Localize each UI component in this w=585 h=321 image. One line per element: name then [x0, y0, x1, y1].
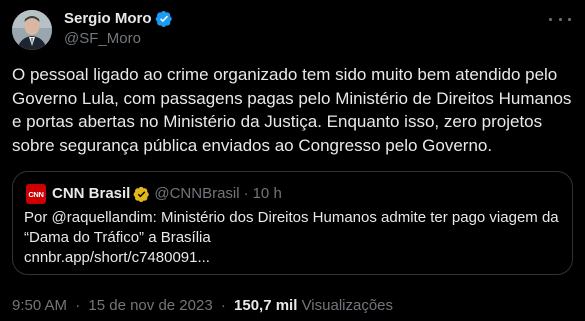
more-dot: [568, 17, 571, 21]
tweet-date[interactable]: 15 de nov de 2023: [88, 297, 212, 314]
quote-author-name[interactable]: CNN Brasil: [52, 185, 130, 203]
quote-text: Por @raquellandim: Ministério dos Direit…: [24, 209, 559, 246]
views-count[interactable]: 150,7 mil: [234, 297, 297, 314]
quote-separator: ·: [243, 185, 249, 202]
quote-avatar[interactable]: CNN: [26, 184, 46, 204]
tweet-meta: 9:50 AM · 15 de nov de 2023 · 150,7 mil …: [12, 296, 393, 316]
quoted-tweet[interactable]: CNN CNN Brasil @CNNBrasil · 10 h Por @ra…: [12, 171, 573, 275]
more-dot: [549, 17, 552, 21]
quote-timestamp[interactable]: 10 h: [253, 185, 282, 203]
meta-separator: ·: [220, 297, 226, 314]
avatar-photo: [12, 10, 52, 50]
quote-link[interactable]: cnnbr.app/short/c7480091...: [24, 248, 210, 268]
author-handle[interactable]: @SF_Moro: [64, 30, 141, 48]
more-dot: [558, 17, 562, 21]
more-options-icon[interactable]: [549, 12, 571, 26]
meta-separator: ·: [75, 297, 81, 314]
quote-avatar-logo: CNN: [28, 189, 44, 199]
views-label: Visualizações: [301, 297, 394, 314]
avatar[interactable]: [12, 10, 52, 50]
tweet-time[interactable]: 9:50 AM: [12, 297, 67, 314]
verified-badge-icon: [155, 10, 172, 28]
quote-header: CNN Brasil @CNNBrasil · 10 h: [52, 185, 282, 203]
quote-author-handle[interactable]: @CNNBrasil: [154, 185, 239, 203]
author-name[interactable]: Sergio Moro: [64, 10, 152, 28]
author-name-row[interactable]: Sergio Moro: [64, 10, 173, 28]
gold-check-icon: [133, 186, 150, 202]
tweet-text: O pessoal ligado ao crime organizado tem…: [12, 65, 572, 155]
